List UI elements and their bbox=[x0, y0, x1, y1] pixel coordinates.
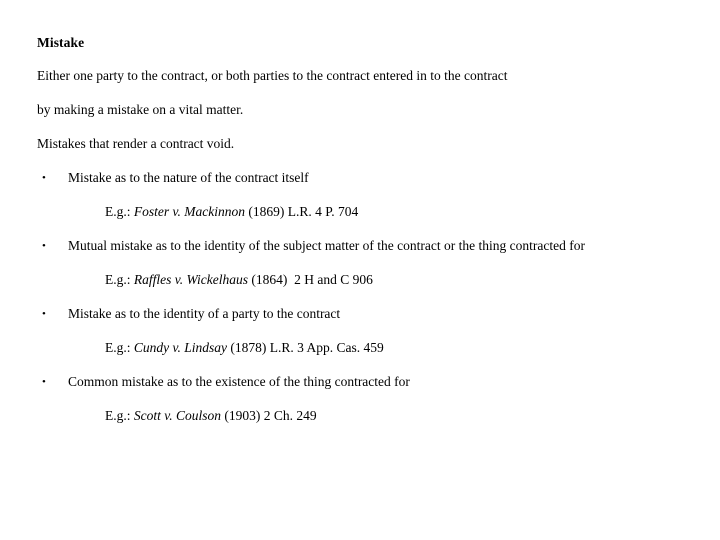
intro-paragraph-line-3: Mistakes that render a contract void. bbox=[37, 135, 235, 151]
case-citation: (1869) L.R. 4 P. 704 bbox=[244, 203, 359, 219]
intro-paragraph-line-2: by making a mistake on a vital matter. bbox=[37, 101, 244, 117]
case-name: Cundy v. Lindsay bbox=[133, 339, 227, 355]
list-item: • Mistake as to the identity of a party … bbox=[37, 297, 700, 331]
example-citation: E.g.: Raffles v. Wickelhaus (1864) 2 H a… bbox=[37, 263, 700, 297]
example-label: E.g.: bbox=[105, 407, 134, 423]
case-name: Scott v. Coulson bbox=[133, 407, 221, 423]
example-label: E.g.: bbox=[105, 271, 134, 287]
intro-paragraph-line-1: Either one party to the contract, or bot… bbox=[37, 67, 508, 83]
case-name: Foster v. Mackinnon bbox=[133, 203, 245, 219]
example-citation: E.g.: Foster v. Mackinnon (1869) L.R. 4 … bbox=[37, 195, 700, 229]
example-citation: E.g.: Scott v. Coulson (1903) 2 Ch. 249 bbox=[37, 399, 700, 433]
slide-canvas: Mistake Either one party to the contract… bbox=[0, 0, 720, 540]
list-item: • Common mistake as to the existence of … bbox=[37, 365, 700, 399]
list-item-label: Mistake as to the identity of a party to… bbox=[68, 305, 341, 321]
bullet-icon: • bbox=[42, 239, 46, 252]
bullet-icon: • bbox=[42, 307, 46, 320]
page-title: Mistake bbox=[37, 35, 85, 50]
example-label: E.g.: bbox=[105, 339, 134, 355]
bullet-icon: • bbox=[42, 375, 46, 388]
list-item: • Mistake as to the nature of the contra… bbox=[37, 161, 700, 195]
bullet-icon: • bbox=[42, 171, 46, 184]
list-item-label: Mutual mistake as to the identity of the… bbox=[68, 237, 585, 253]
example-citation: E.g.: Cundy v. Lindsay (1878) L.R. 3 App… bbox=[37, 331, 700, 365]
case-name: Raffles v. Wickelhaus bbox=[133, 271, 248, 287]
example-label: E.g.: bbox=[105, 203, 134, 219]
case-citation: (1864) 2 H and C 906 bbox=[247, 271, 373, 287]
case-citation: (1878) L.R. 3 App. Cas. 459 bbox=[227, 339, 384, 355]
list-item: • Mutual mistake as to the identity of t… bbox=[37, 229, 700, 263]
list-item-label: Common mistake as to the existence of th… bbox=[68, 373, 410, 389]
case-citation: (1903) 2 Ch. 249 bbox=[221, 407, 317, 423]
list-item-label: Mistake as to the nature of the contract… bbox=[68, 169, 309, 185]
